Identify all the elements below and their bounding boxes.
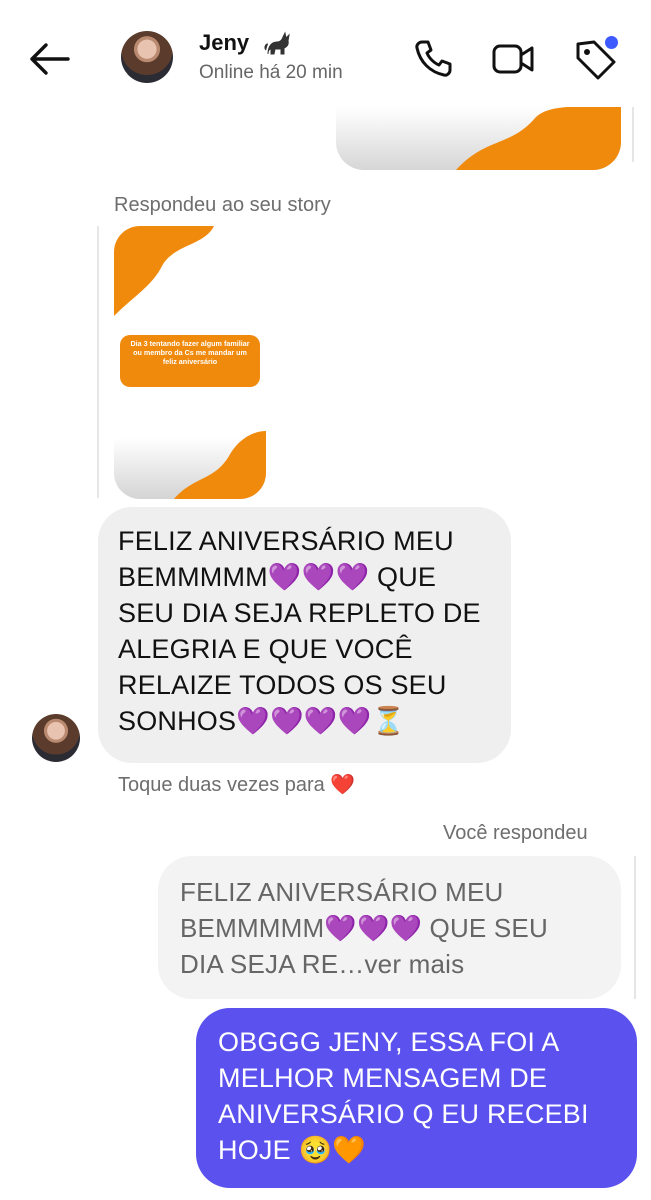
double-tap-hint: Toque duas vezes para ❤️	[118, 774, 356, 796]
contact-name[interactable]: Jeny	[199, 30, 249, 56]
story-text: Dia 3 tentando fazer algum familiar ou m…	[120, 335, 260, 387]
story-thumbnail[interactable]: Dia 3 tentando fazer algum familiar ou m…	[114, 226, 266, 499]
sender-avatar[interactable]	[32, 714, 80, 762]
you-replied-label: Você respondeu	[443, 822, 588, 844]
incoming-message[interactable]: FELIZ ANIVERSÁRIO MEU BEMMMMM💜💜💜 QUE SEU…	[98, 507, 511, 763]
contact-avatar[interactable]	[121, 31, 173, 83]
notification-dot	[605, 36, 618, 49]
phone-icon[interactable]	[410, 36, 456, 82]
quote-indicator-line	[634, 856, 636, 999]
outgoing-message[interactable]: OBGGG JENY, ESSA FOI A MELHOR MENSAGEM D…	[196, 1008, 637, 1188]
story-reply-label: Respondeu ao seu story	[114, 194, 331, 216]
previous-story-thumbnail[interactable]	[336, 107, 621, 170]
presence-status: Online há 20 min	[199, 62, 343, 83]
thread-line	[632, 107, 634, 162]
back-arrow-icon[interactable]	[26, 38, 72, 80]
chat-header: Jeny Online há 20 min	[0, 0, 651, 110]
quoted-message[interactable]: FELIZ ANIVERSÁRIO MEU BEMMMMM💜💜💜 QUE SEU…	[158, 856, 621, 999]
video-camera-icon[interactable]	[490, 36, 536, 82]
cat-icon	[263, 30, 293, 58]
reply-indicator-line	[97, 226, 99, 498]
